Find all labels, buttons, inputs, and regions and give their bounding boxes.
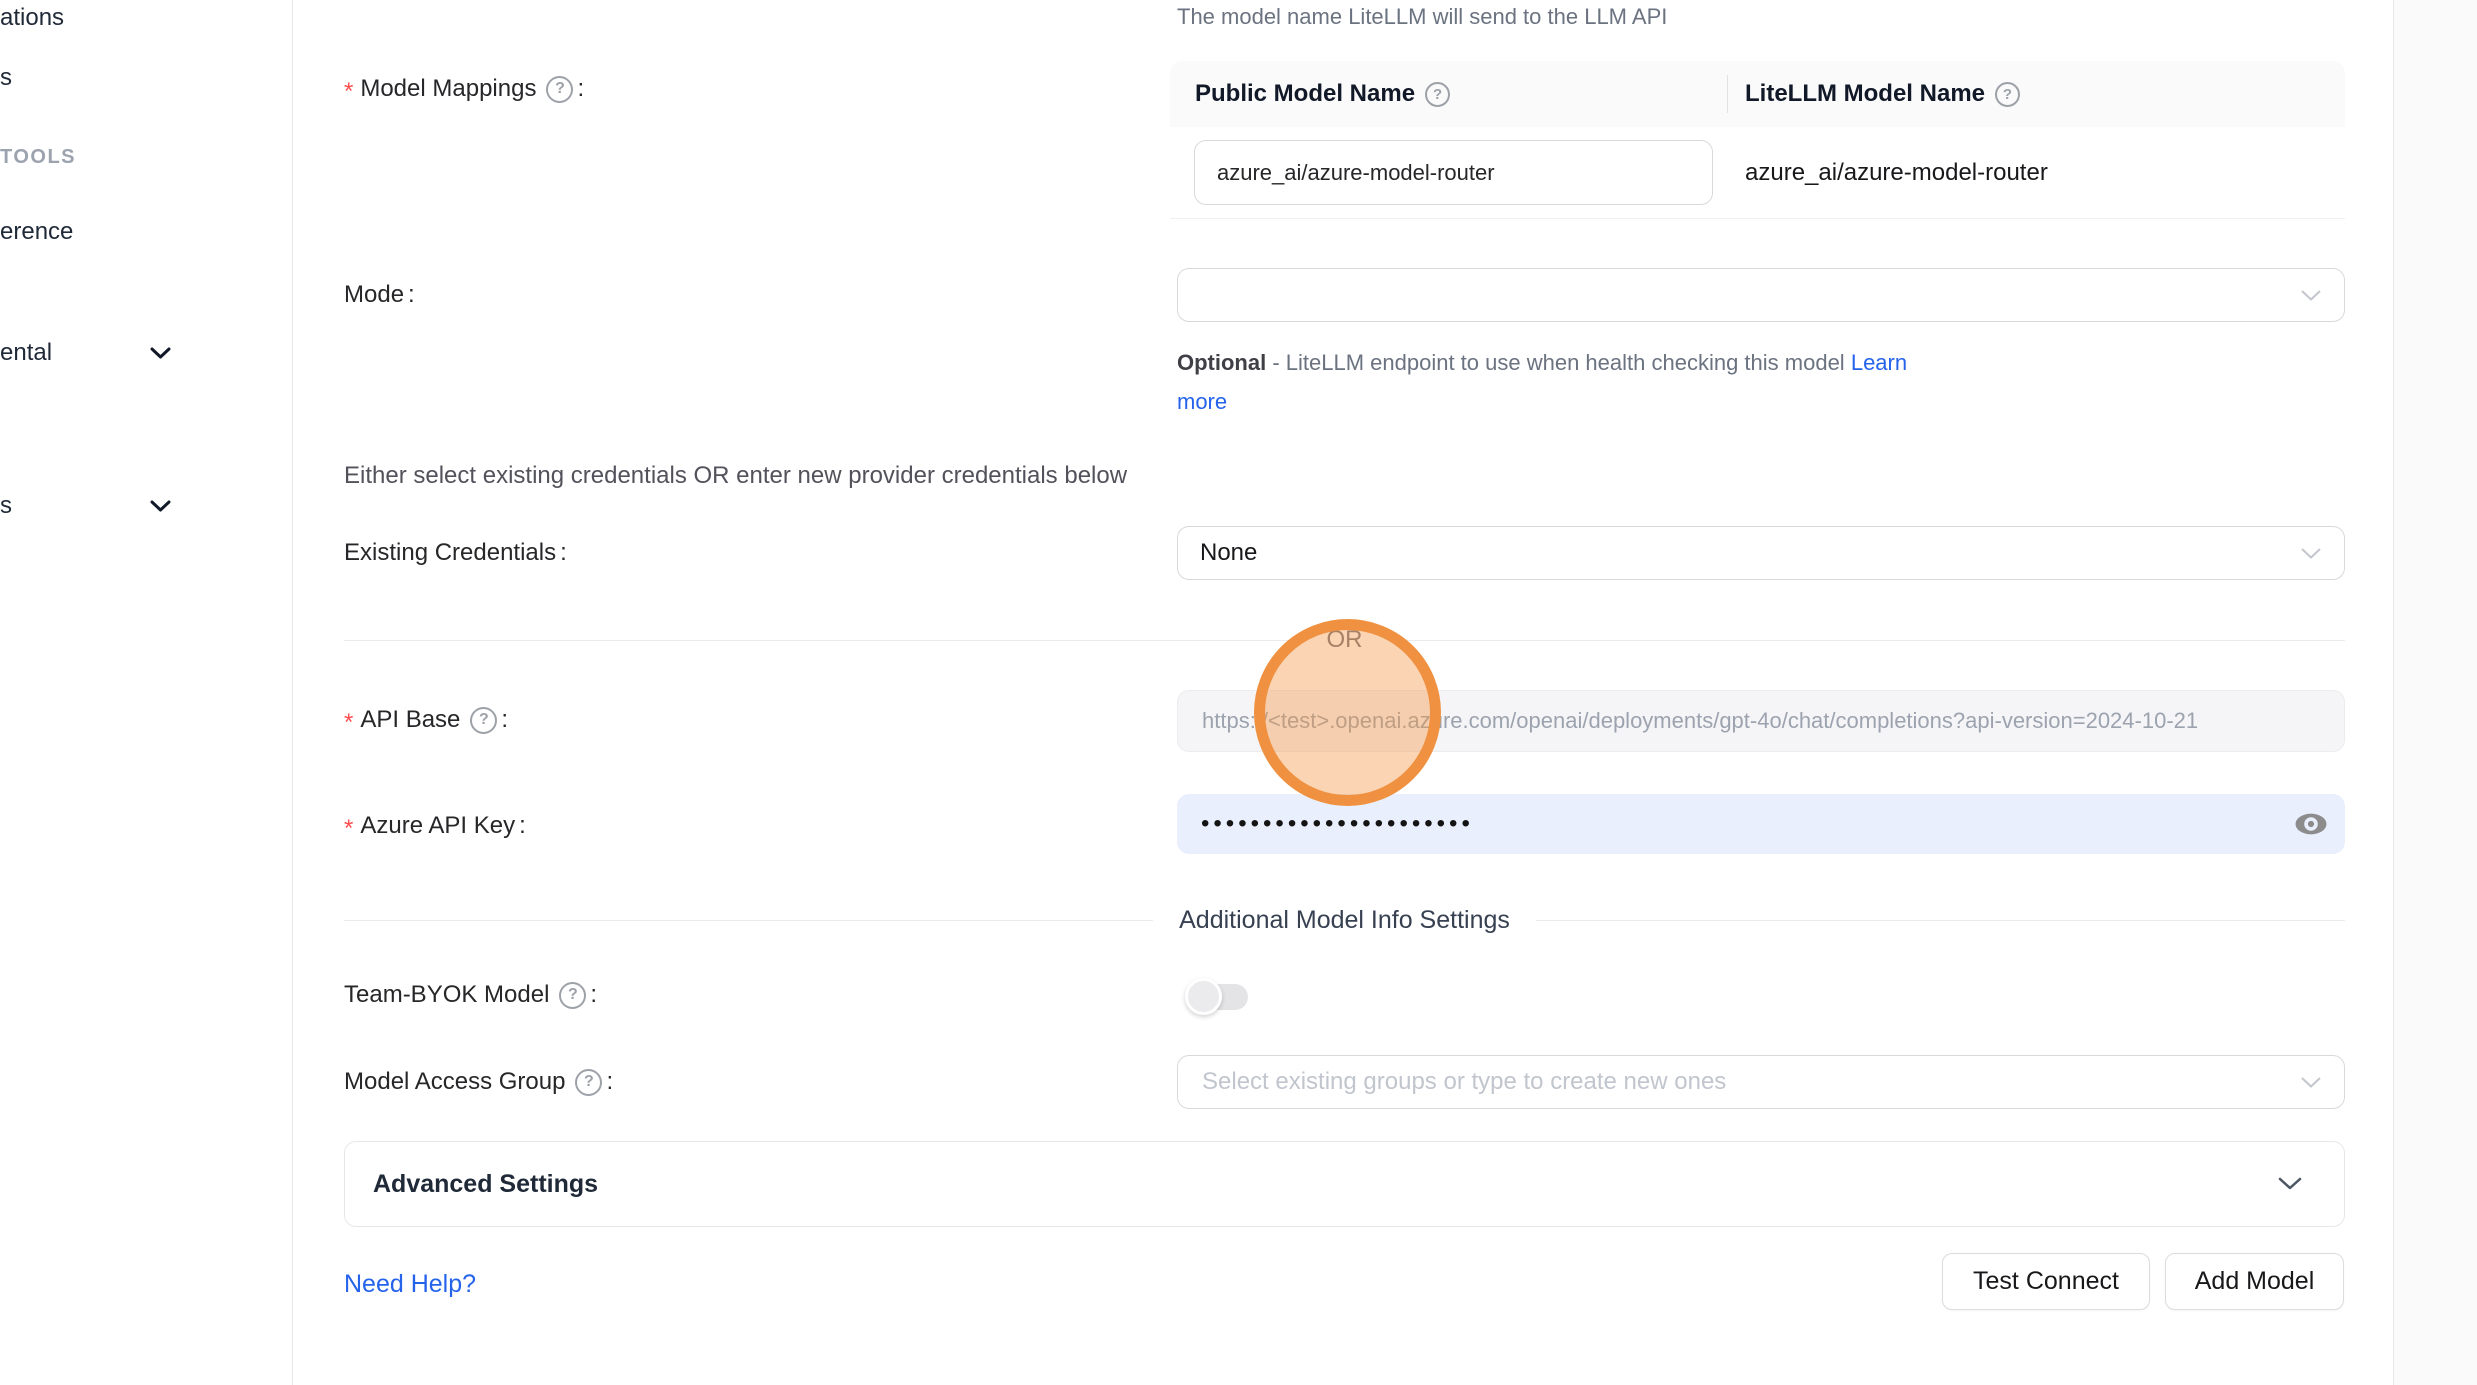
- optional-label: Optional: [1177, 350, 1266, 375]
- chevron-down-icon: [2300, 281, 2322, 309]
- azure-api-key-label-row: * Azure API Key :: [344, 809, 526, 843]
- azure-api-key-label: Azure API Key: [360, 812, 515, 840]
- question-circle-icon[interactable]: ?: [559, 982, 586, 1009]
- team-byok-toggle[interactable]: [1188, 984, 1248, 1010]
- divider-line: [344, 920, 1153, 921]
- advanced-settings-panel[interactable]: Advanced Settings: [344, 1141, 2345, 1227]
- divider-line: [1536, 920, 2345, 921]
- label-colon: :: [577, 75, 584, 103]
- model-mappings-table: Public Model Name ? LiteLLM Model Name ?…: [1170, 61, 2345, 219]
- existing-credentials-value: None: [1200, 539, 1257, 567]
- question-circle-icon[interactable]: ?: [470, 707, 497, 734]
- model-mappings-label-row: * Model Mappings ? :: [344, 72, 584, 106]
- sidebar-item-organizations[interactable]: ations: [0, 1, 64, 35]
- existing-credentials-label-row: Existing Credentials :: [344, 536, 567, 570]
- or-divider-text: OR: [1301, 626, 1389, 654]
- add-model-page: ations s TOOLS erence ental s The model …: [0, 0, 2477, 1385]
- question-circle-icon[interactable]: ?: [1425, 82, 1450, 107]
- sidebar-item-1[interactable]: s: [0, 61, 12, 95]
- public-model-name-header: Public Model Name ?: [1170, 80, 1745, 108]
- api-base-input[interactable]: https://<test>.openai.azure.com/openai/d…: [1177, 690, 2345, 752]
- or-divider: OR: [344, 627, 2345, 653]
- masked-api-key: ••••••••••••••••••••••: [1201, 812, 1474, 836]
- sidebar-item-settings[interactable]: s: [0, 489, 12, 523]
- sidebar-item-label: erence: [0, 218, 73, 246]
- label-colon: :: [408, 281, 415, 309]
- litellm-model-name-value: azure_ai/azure-model-router: [1745, 159, 2048, 187]
- model-access-group-label-row: Model Access Group ? :: [344, 1065, 613, 1099]
- litellm-model-name-header: LiteLLM Model Name ?: [1745, 80, 2020, 108]
- sidebar-item-reference[interactable]: erence: [0, 215, 73, 249]
- model-access-group-input[interactable]: [1200, 1067, 2284, 1097]
- required-asterisk: *: [344, 704, 353, 737]
- team-byok-label-row: Team-BYOK Model ? :: [344, 978, 597, 1012]
- model-name-helper: The model name LiteLLM will send to the …: [1177, 0, 1667, 34]
- label-colon: :: [501, 706, 508, 734]
- mode-label: Mode: [344, 281, 404, 309]
- api-base-label-row: * API Base ? :: [344, 703, 508, 737]
- required-asterisk: *: [344, 73, 353, 106]
- add-model-button[interactable]: Add Model: [2165, 1253, 2344, 1310]
- page-gutter: [2394, 0, 2477, 1385]
- chevron-down-icon: [150, 339, 171, 367]
- question-circle-icon[interactable]: ?: [1995, 82, 2020, 107]
- chevron-down-icon: [2300, 539, 2322, 567]
- need-help-link[interactable]: Need Help?: [344, 1267, 476, 1301]
- mode-select[interactable]: [1177, 268, 2345, 322]
- test-connect-button[interactable]: Test Connect: [1942, 1253, 2150, 1310]
- existing-credentials-select[interactable]: None: [1177, 526, 2345, 580]
- label-colon: :: [560, 539, 567, 567]
- sidebar-item-label: ations: [0, 4, 64, 32]
- learn-more-link[interactable]: more: [1177, 389, 1227, 415]
- question-circle-icon[interactable]: ?: [575, 1069, 602, 1096]
- label-colon: :: [519, 812, 526, 840]
- required-asterisk: *: [344, 810, 353, 843]
- question-circle-icon[interactable]: ?: [546, 76, 573, 103]
- advanced-settings-title: Advanced Settings: [373, 1170, 598, 1199]
- sidebar-item-experimental[interactable]: ental: [0, 336, 52, 370]
- existing-credentials-label: Existing Credentials: [344, 539, 556, 567]
- sidebar-section-tools: TOOLS: [0, 146, 76, 169]
- public-model-name-input[interactable]: [1194, 140, 1713, 205]
- model-mappings-label: Model Mappings: [360, 75, 536, 103]
- mode-helper-line1: Optional - LiteLLM endpoint to use when …: [1177, 348, 1907, 378]
- sidebar: ations s TOOLS erence ental s: [0, 0, 293, 1385]
- chevron-down-icon: [2300, 1068, 2322, 1096]
- chevron-down-icon: [2278, 1177, 2302, 1191]
- label-colon: :: [590, 981, 597, 1009]
- model-access-group-select[interactable]: [1177, 1055, 2345, 1109]
- add-model-form: The model name LiteLLM will send to the …: [293, 0, 2394, 1385]
- team-byok-label: Team-BYOK Model: [344, 981, 549, 1009]
- table-row: azure_ai/azure-model-router: [1170, 127, 2345, 219]
- sidebar-item-label: s: [0, 64, 12, 92]
- mode-helper-line2: more: [1177, 387, 1227, 417]
- divider-line: [1389, 640, 2346, 641]
- sidebar-item-label: s: [0, 492, 12, 520]
- azure-api-key-input[interactable]: ••••••••••••••••••••••: [1177, 794, 2345, 854]
- api-base-value: https://<test>.openai.azure.com/openai/d…: [1202, 708, 2198, 734]
- label-colon: :: [606, 1068, 613, 1096]
- additional-settings-divider-text: Additional Model Info Settings: [1153, 906, 1536, 935]
- mode-helper-text: - LiteLLM endpoint to use when health ch…: [1272, 350, 1844, 375]
- eye-icon[interactable]: [2293, 810, 2329, 838]
- chevron-down-icon: [150, 492, 171, 520]
- table-header-row: Public Model Name ? LiteLLM Model Name ?: [1170, 61, 2345, 127]
- learn-more-link[interactable]: Learn: [1851, 350, 1907, 375]
- credentials-note: Either select existing credentials OR en…: [344, 459, 1127, 493]
- mode-label-row: Mode :: [344, 278, 415, 312]
- column-divider: [1727, 75, 1728, 113]
- toggle-knob: [1185, 978, 1222, 1015]
- sidebar-item-label: ental: [0, 339, 52, 367]
- model-access-group-label: Model Access Group: [344, 1068, 565, 1096]
- additional-settings-divider: Additional Model Info Settings: [344, 907, 2345, 933]
- api-base-label: API Base: [360, 706, 460, 734]
- divider-line: [344, 640, 1301, 641]
